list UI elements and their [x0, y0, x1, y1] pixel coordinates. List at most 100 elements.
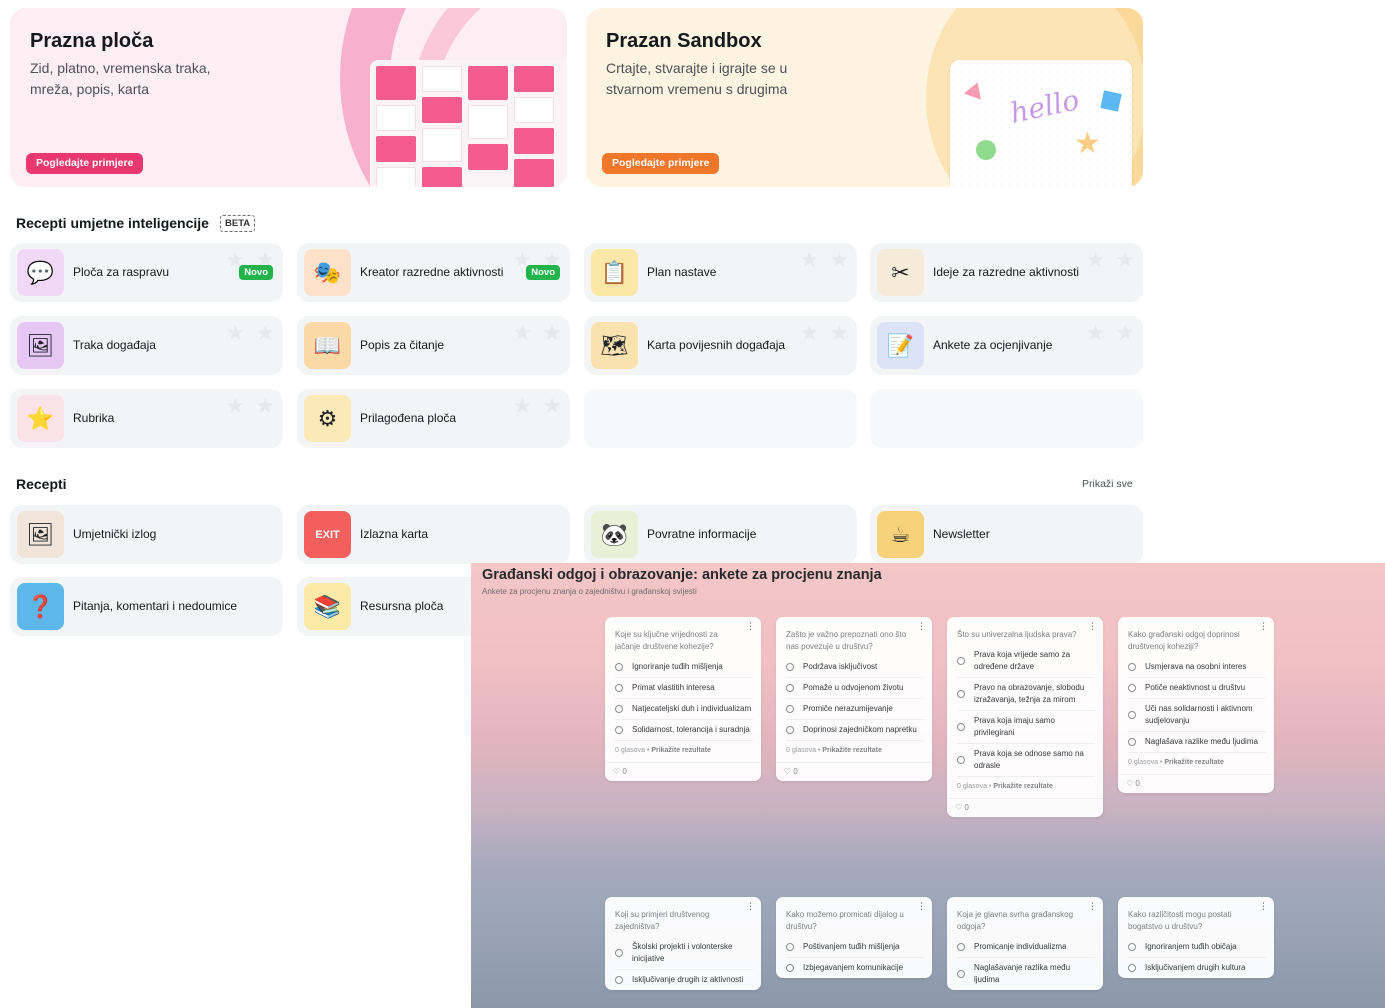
recipe-tile[interactable]: ★ ★ 📋 Plan nastave [584, 243, 857, 302]
preview-board-title: Građanski odgoj i obrazovanje: ankete za… [482, 567, 882, 583]
radio-icon [615, 949, 623, 957]
like-button[interactable]: ♡ 0 [1118, 774, 1274, 793]
poll-option[interactable]: Naglašavanje razlika među ljudima [957, 958, 1095, 990]
poll-option[interactable]: Školski projekti i volonterske inicijati… [615, 937, 753, 970]
recipe-tile[interactable]: ★ ★ ✂ Ideje za razredne aktivnosti [870, 243, 1143, 302]
sandbox-subtitle: Crtajte, stvarajte i igrajte se u stvarn… [606, 60, 788, 97]
radio-icon [615, 976, 623, 984]
poll-question: Kako građanski odgoj doprinosi društveno… [1128, 630, 1240, 651]
recipe-label: Pitanja, komentari i nedoumice [73, 599, 238, 613]
blank-board-examples-button[interactable]: Pogledajte primjere [26, 153, 144, 174]
poll-option[interactable]: Naglašava razlike među ljudima [1128, 732, 1266, 753]
see-all-link[interactable]: Prikaži sve [1082, 478, 1133, 490]
more-icon[interactable]: ⋮ [1088, 621, 1097, 632]
poll-option[interactable]: Promiče nerazumijevanje [786, 699, 924, 720]
poll-option[interactable]: Ignoriranjem tuđih običaja [1128, 937, 1266, 958]
like-button[interactable]: ♡ 0 [947, 798, 1103, 817]
map-icon: 🗺 [591, 322, 638, 369]
stars-decoration: ★ ★ [799, 320, 851, 345]
poll-option[interactable]: Isključivanje drugih iz aktivnosti [615, 970, 753, 990]
recipes-heading: Recepti [16, 476, 67, 492]
circle-shape [976, 140, 996, 160]
more-icon[interactable]: ⋮ [917, 621, 926, 632]
recipe-tile[interactable]: ★ ★ ⚙ Prilagođena ploča [297, 389, 570, 448]
recipe-tile[interactable]: EXIT Izlazna karta [297, 505, 570, 564]
show-results-link[interactable]: Prikažite rezultate [993, 783, 1053, 790]
poll-option[interactable]: Primat vlastitih interesa [615, 678, 753, 699]
more-icon[interactable]: ⋮ [746, 621, 755, 632]
more-icon[interactable]: ⋮ [917, 901, 926, 912]
recipe-tile[interactable]: ★ ★ 🎭 Kreator razredne aktivnosti Novo [297, 243, 570, 302]
poll-option[interactable]: Ignoriranje tuđih mišljenja [615, 657, 753, 678]
poll-card[interactable]: ⋮ Koji su primjeri društvenog zajedništv… [605, 897, 761, 990]
recipe-label: Umjetnički izlog [73, 527, 157, 541]
sandbox-examples-button[interactable]: Pogledajte primjere [602, 153, 720, 174]
poll-option[interactable]: Solidarnost, tolerancija i suradnja [615, 720, 753, 741]
board-preview-screenshot[interactable]: Građanski odgoj i obrazovanje: ankete za… [471, 563, 1385, 1008]
recipe-tile[interactable]: ★ ★ 🗺 Karta povijesnih događaja [584, 316, 857, 375]
show-results-link[interactable]: Prikažite rezultate [1164, 759, 1224, 766]
stars-decoration: ★ ★ [799, 247, 851, 272]
radio-icon [615, 684, 623, 692]
recipe-tile[interactable]: ★ ★ 📝 Ankete za ocjenjivanje [870, 316, 1143, 375]
poll-card[interactable]: ⋮ Kako različitosti mogu postati bogatst… [1118, 897, 1274, 978]
poll-option[interactable]: Potiče neaktivnost u društvu [1128, 678, 1266, 699]
radio-icon [957, 970, 965, 978]
recipe-tile[interactable]: ★ ★ 💬 Ploča za raspravu Novo [10, 243, 283, 302]
poll-option[interactable]: Podržava isključivost [786, 657, 924, 678]
new-badge: Novo [239, 265, 273, 280]
radio-icon [957, 690, 965, 698]
recipe-tile[interactable]: ★ ★ 📖 Popis za čitanje [297, 316, 570, 375]
recipe-tile[interactable]: 🖼 Umjetnički izlog [10, 505, 283, 564]
like-button[interactable]: ♡ 0 [605, 762, 761, 781]
sandbox-card[interactable]: ★ hello Prazan Sandbox Crtajte, stvarajt… [586, 8, 1143, 187]
recipe-tile[interactable]: ❓ Pitanja, komentari i nedoumice [10, 577, 283, 636]
blank-board-card[interactable]: Prazna ploča Zid, platno, vremenska trak… [10, 8, 567, 187]
recipe-tile[interactable]: ☕ Newsletter [870, 505, 1143, 564]
more-icon[interactable]: ⋮ [1259, 621, 1268, 632]
poll-votes: 0 glasova • Prikažite rezultate [615, 747, 711, 754]
radio-icon [786, 964, 794, 972]
poll-option[interactable]: Isključivanjem drugih kultura [1128, 958, 1266, 978]
poll-option[interactable]: Doprinosi zajedničkom napretku [786, 720, 924, 741]
more-icon[interactable]: ⋮ [746, 901, 755, 912]
more-icon[interactable]: ⋮ [1088, 901, 1097, 912]
poll-question: Zašto je važno prepoznati ono što nas po… [786, 630, 907, 651]
recipe-label: Resursna ploča [360, 599, 444, 613]
radio-icon [1128, 684, 1136, 692]
square-shape [1100, 90, 1122, 112]
recipe-tile[interactable]: 🐼 Povratne informacije [584, 505, 857, 564]
theater-masks-icon: 🎭 [304, 249, 351, 296]
poll-card[interactable]: ⋮ Kako građanski odgoj doprinosi društve… [1118, 617, 1274, 793]
poll-card[interactable]: ⋮ Zašto je važno prepoznati ono što nas … [776, 617, 932, 781]
like-button[interactable]: ♡ 0 [776, 762, 932, 781]
poll-option[interactable]: Natjecateljski duh i individualizam [615, 699, 753, 720]
poll-card[interactable]: ⋮ Koje su ključne vrijednosti za jačanje… [605, 617, 761, 781]
rubric-icon: ⭐ [17, 395, 64, 442]
discussion-icon: 💬 [17, 249, 64, 296]
radio-icon [615, 705, 623, 713]
show-results-link[interactable]: Prikažite rezultate [651, 747, 711, 754]
radio-icon [1128, 738, 1136, 746]
radio-icon [786, 705, 794, 713]
poll-card[interactable]: ⋮ Koja je glavna svrha građanskog odgoja… [947, 897, 1103, 990]
more-icon[interactable]: ⋮ [1259, 901, 1268, 912]
poll-card[interactable]: ⋮ Kako možemo promicati dijalog u društv… [776, 897, 932, 978]
poll-option[interactable]: Usmjerava na osobni interes [1128, 657, 1266, 678]
poll-option[interactable]: Izbjegavanjem komunikacije [786, 958, 924, 978]
poll-option[interactable]: Pomaže u odvojenom životu [786, 678, 924, 699]
radio-icon [1128, 663, 1136, 671]
recipe-tile[interactable]: ★ ★ 🖼 Traka događaja [10, 316, 283, 375]
poll-option[interactable]: Uči nas solidarnosti i aktivnom sudjelov… [1128, 699, 1266, 732]
poll-option[interactable]: Pravo na obrazovanje, slobodu izražavanj… [957, 678, 1095, 711]
resources-icon: 📚 [304, 583, 351, 630]
recipe-tile[interactable]: ★ ★ ⭐ Rubrika [10, 389, 283, 448]
show-results-link[interactable]: Prikažite rezultate [822, 747, 882, 754]
poll-option[interactable]: Prava koja se odnose samo na odrasle [957, 744, 1095, 777]
poll-option[interactable]: Poštivanjem tuđih mišljenja [786, 937, 924, 958]
recipe-label: Kreator razredne aktivnosti [360, 265, 504, 279]
poll-option[interactable]: Promicanje individualizma [957, 937, 1095, 958]
poll-option[interactable]: Prava koja imaju samo privilegirani [957, 711, 1095, 744]
poll-option[interactable]: Prava koja vrijede samo za određene drža… [957, 645, 1095, 678]
poll-card[interactable]: ⋮ Što su univerzalna ljudska prava? Prav… [947, 617, 1103, 817]
